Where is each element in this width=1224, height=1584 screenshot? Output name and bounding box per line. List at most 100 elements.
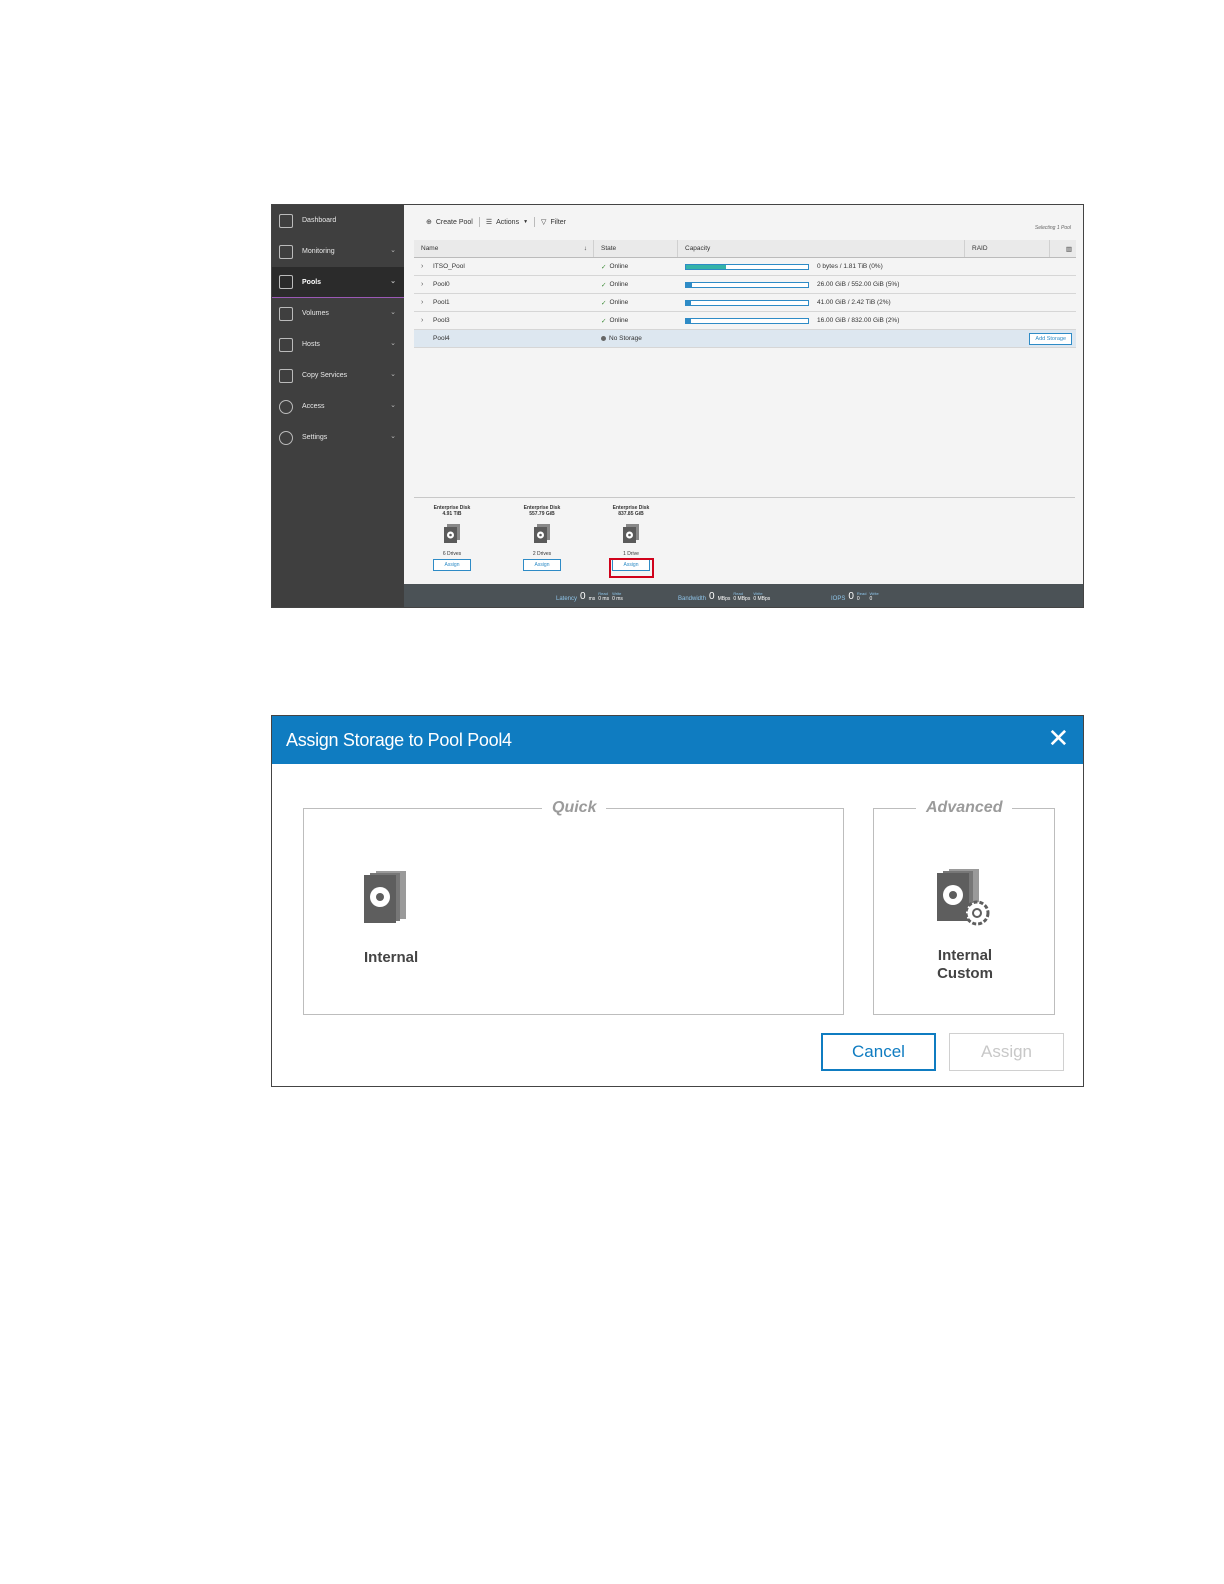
sidebar-item-dashboard[interactable]: Dashboard	[272, 205, 404, 236]
column-header-state[interactable]: State	[594, 240, 678, 257]
iops-stat: IOPS 0 Read 0 Write 0	[831, 591, 879, 602]
drive-count: 2 Drives	[532, 551, 552, 557]
bandwidth-value: 0	[709, 591, 715, 602]
chevron-right-icon[interactable]: ›	[421, 299, 433, 306]
iops-read: 0	[856, 596, 860, 602]
highlight-box	[609, 558, 654, 578]
sidebar-item-monitoring[interactable]: Monitoring ⌄	[272, 236, 404, 267]
checkmark-icon: ✓	[601, 317, 607, 325]
hosts-icon	[279, 337, 293, 352]
dialog-header: Assign Storage to Pool Pool4 ✕	[272, 716, 1083, 764]
column-chooser-icon[interactable]: ▥	[1050, 240, 1076, 257]
capacity-bar	[685, 317, 809, 324]
drive-count: 6 Drives	[442, 551, 462, 557]
bandwidth-write: 0 MBps	[753, 596, 771, 602]
sidebar-item-access[interactable]: Access ⌄	[272, 391, 404, 422]
chevron-right-icon[interactable]: ›	[421, 263, 433, 270]
pool-state: Online	[609, 317, 629, 324]
column-header-name[interactable]: Name ↓	[414, 240, 594, 257]
table-row[interactable]: › Pool3 ✓ Online 16.00 GiB / 832.00 GiB (2…	[414, 312, 1076, 330]
sidebar-item-label: Volumes	[302, 310, 329, 317]
table-row[interactable]: › Pool0 ✓ Online 26.00 GiB / 552.00 GiB (5…	[414, 276, 1076, 294]
filter-button[interactable]: ▽ Filter	[535, 218, 572, 227]
sidebar-item-pools[interactable]: Pools ⌄	[272, 267, 404, 298]
pool-state: No Storage	[609, 335, 642, 342]
sidebar-item-label: Settings	[302, 434, 328, 441]
filter-label: Filter	[550, 218, 566, 226]
access-icon	[279, 399, 293, 414]
internal-custom-storage-icon	[937, 869, 990, 926]
checkmark-icon: ✓	[601, 263, 607, 271]
column-header-capacity[interactable]: Capacity	[678, 240, 965, 257]
main-content: ⊕ Create Pool ☰ Actions ▼ ▽ Filter Selec…	[404, 205, 1083, 584]
assign-storage-dialog: Assign Storage to Pool Pool4 ✕ Quick Int…	[271, 715, 1084, 1087]
actions-menu-button[interactable]: ☰ Actions ▼	[480, 218, 534, 227]
list-icon: ☰	[485, 219, 493, 226]
dialog-title: Assign Storage to Pool Pool4	[286, 729, 512, 750]
internal-label: Internal	[364, 949, 419, 966]
cancel-button[interactable]: Cancel	[821, 1033, 936, 1071]
checkmark-icon: ✓	[601, 281, 607, 289]
table-row[interactable]: › ITSO_Pool ✓ Online 0 bytes / 1.81 TiB (0…	[414, 258, 1076, 276]
sort-arrow-icon: ↓	[583, 245, 587, 252]
latency-write: 0 ms	[612, 596, 623, 602]
actions-label: Actions	[496, 218, 520, 226]
assign-button[interactable]: Assign	[949, 1033, 1064, 1071]
capacity-bar-fill	[686, 282, 693, 287]
iops-write: 0	[869, 596, 873, 602]
pools-screenshot: Dashboard Monitoring ⌄ Pools ⌄ Volumes ⌄…	[271, 204, 1084, 608]
toolbar: ⊕ Create Pool ☰ Actions ▼ ▽ Filter	[420, 217, 572, 227]
capacity-text: 26.00 GiB / 552.00 GiB (5%)	[817, 281, 900, 288]
latency-unit: ms	[588, 596, 596, 602]
sidebar-item-settings[interactable]: Settings ⌄	[272, 422, 404, 453]
advanced-legend: Advanced	[916, 799, 1013, 817]
volumes-icon	[279, 306, 293, 321]
pool-name: Pool3	[433, 317, 450, 324]
disk-size: 557.79 GiB	[529, 511, 555, 517]
internal-custom-option[interactable]: Internal Custom	[920, 867, 1010, 983]
checkmark-icon: ✓	[601, 299, 607, 307]
capacity-bar	[685, 263, 809, 270]
home-icon	[279, 213, 293, 228]
pool-name: Pool4	[433, 335, 450, 342]
assign-button[interactable]: Assign	[433, 559, 471, 571]
capacity-text: 16.00 GiB / 832.00 GiB (2%)	[817, 317, 900, 324]
chevron-right-icon[interactable]: ›	[421, 317, 433, 324]
capacity-bar	[685, 281, 809, 288]
internal-option[interactable]: Internal	[358, 869, 428, 967]
pools-icon	[279, 275, 293, 289]
add-storage-button[interactable]: Add Storage	[1029, 332, 1072, 345]
capacity-text: 41.00 GiB / 2.42 TiB (2%)	[817, 299, 891, 306]
table-row-selected[interactable]: Pool4 No Storage Add Storage	[414, 330, 1076, 348]
hard-disk-icon	[534, 524, 550, 543]
hard-disk-icon	[444, 524, 460, 543]
sidebar-item-label: Copy Services	[302, 372, 348, 379]
chevron-right-icon[interactable]: ›	[421, 281, 433, 288]
sidebar-item-volumes[interactable]: Volumes ⌄	[272, 298, 404, 329]
no-storage-icon	[601, 336, 606, 341]
column-label: RAID	[972, 245, 988, 252]
column-header-raid[interactable]: RAID	[965, 240, 1050, 257]
assign-button[interactable]: Assign	[523, 559, 561, 571]
sidebar: Dashboard Monitoring ⌄ Pools ⌄ Volumes ⌄…	[272, 205, 404, 607]
sidebar-item-label: Dashboard	[302, 217, 337, 224]
quick-legend: Quick	[542, 799, 607, 817]
copy-services-icon	[279, 368, 293, 383]
sidebar-item-hosts[interactable]: Hosts ⌄	[272, 329, 404, 360]
column-label: State	[601, 245, 617, 252]
table-row[interactable]: › Pool1 ✓ Online 41.00 GiB / 2.42 TiB (2%)	[414, 294, 1076, 312]
column-label: Name	[421, 245, 439, 252]
latency-stat: Latency 0 ms Read 0 ms Write 0 ms	[556, 591, 623, 602]
sidebar-item-copy-services[interactable]: Copy Services ⌄	[272, 360, 404, 391]
create-pool-button[interactable]: ⊕ Create Pool	[420, 218, 479, 227]
sidebar-item-label: Monitoring	[302, 248, 335, 255]
pool-name: ITSO_Pool	[433, 263, 465, 270]
close-icon[interactable]: ✕	[1048, 725, 1070, 751]
filter-icon: ▽	[541, 219, 547, 226]
quick-group: Quick Internal	[303, 799, 844, 1015]
capacity-bar-fill	[686, 300, 691, 305]
capacity-bar-fill	[686, 318, 691, 323]
bandwidth-unit: MBps	[717, 596, 731, 602]
latency-label: Latency	[556, 596, 578, 602]
internal-custom-label-line2: Custom	[937, 965, 993, 982]
